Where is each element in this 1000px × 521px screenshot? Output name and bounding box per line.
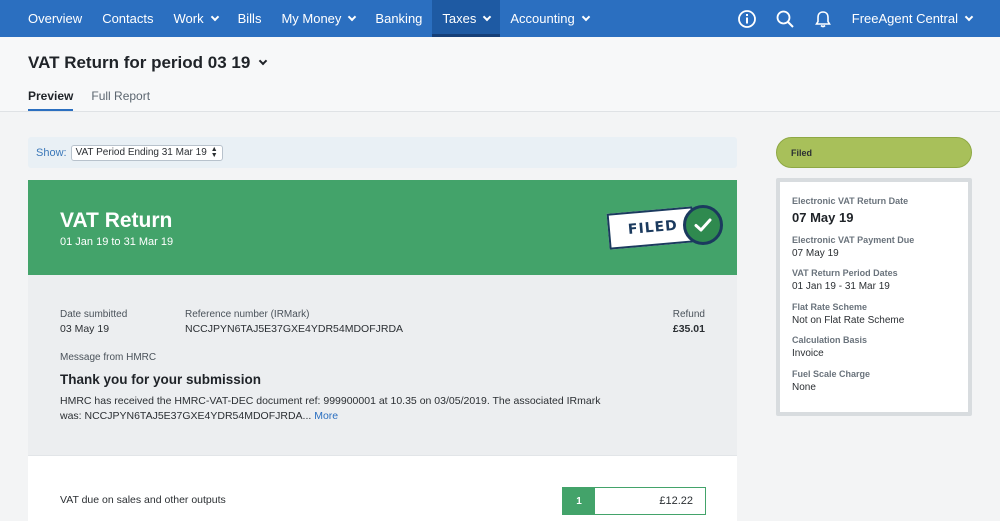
account-menu[interactable]: FreeAgent Central bbox=[842, 11, 1000, 26]
period-select[interactable]: VAT Period Ending 31 Mar 19 ▲ ▼ bbox=[70, 144, 223, 161]
nav-label: My Money bbox=[281, 11, 342, 26]
status-badge: Filed bbox=[776, 137, 972, 168]
field-value: None bbox=[792, 382, 816, 393]
filed-stamp: FILED bbox=[606, 206, 696, 250]
field-label: Fuel Scale Charge bbox=[792, 369, 871, 379]
nav-label: Banking bbox=[375, 11, 423, 26]
box-label: VAT due on sales and other outputs bbox=[60, 494, 226, 506]
nav-label: Contacts bbox=[102, 11, 154, 26]
box-value: £12.22 bbox=[659, 495, 693, 507]
field-value: 07 May 19 bbox=[792, 210, 854, 225]
nav-label: Accounting bbox=[510, 11, 575, 26]
reference-value: NCCJPYN6TAJ5E37GXE4YDR54MDOFJRDA bbox=[185, 323, 404, 335]
vat-summary-card: Electronic VAT Return Date 07 May 19 Ele… bbox=[776, 178, 972, 416]
chevron-down-icon bbox=[348, 12, 357, 21]
message-body: HMRC has received the HMRC-VAT-DEC docum… bbox=[60, 394, 620, 424]
tab-bar: Preview Full Report bbox=[28, 89, 168, 111]
account-name: FreeAgent Central bbox=[851, 11, 958, 26]
chevron-down-icon bbox=[483, 12, 492, 21]
period-select-value: VAT Period Ending 31 Mar 19 bbox=[75, 147, 207, 158]
nav-item-work[interactable]: Work bbox=[164, 0, 228, 37]
nav-item-banking[interactable]: Banking bbox=[365, 0, 432, 37]
chevron-down-icon bbox=[964, 12, 974, 21]
field-label: Flat Rate Scheme bbox=[792, 302, 868, 312]
vat-return-banner: VAT Return 01 Jan 19 to 31 Mar 19 FILED bbox=[28, 180, 737, 275]
page-title[interactable]: VAT Return for period 03 19 bbox=[28, 53, 268, 73]
submission-details: Date sumbitted 03 May 19 Reference numbe… bbox=[28, 275, 737, 455]
nav-label: Work bbox=[173, 11, 204, 26]
field-value: Not on Flat Rate Scheme bbox=[792, 315, 905, 326]
top-navigation: Overview Contacts Work Bills My Money Ba… bbox=[0, 0, 1000, 37]
period-filter-bar: Show: VAT Period Ending 31 Mar 19 ▲ ▼ bbox=[28, 137, 737, 168]
vat-box-row: VAT due on sales and other outputs 1 £12… bbox=[28, 455, 737, 521]
field-label: Electronic VAT Return Date bbox=[792, 196, 909, 206]
search-icon[interactable] bbox=[766, 0, 804, 37]
field-label: Electronic VAT Payment Due bbox=[792, 235, 915, 245]
page-title-text: VAT Return for period 03 19 bbox=[28, 53, 251, 72]
field-label: Calculation Basis bbox=[792, 335, 868, 345]
date-submitted-label: Date sumbitted bbox=[60, 309, 128, 320]
message-label: Message from HMRC bbox=[60, 352, 157, 363]
date-submitted-value: 03 May 19 bbox=[60, 323, 110, 335]
info-icon[interactable] bbox=[728, 0, 766, 37]
message-title: Thank you for your submission bbox=[60, 372, 262, 387]
check-icon bbox=[683, 205, 723, 245]
show-label: Show: bbox=[36, 146, 67, 159]
nav-item-my-money[interactable]: My Money bbox=[271, 0, 365, 37]
chevron-down-icon bbox=[259, 56, 268, 66]
nav-item-bills[interactable]: Bills bbox=[228, 0, 272, 37]
tab-preview[interactable]: Preview bbox=[28, 89, 74, 111]
nav-label: Overview bbox=[28, 11, 83, 26]
box-number: 1 bbox=[563, 488, 595, 514]
nav-right-group: FreeAgent Central bbox=[728, 0, 1000, 37]
field-value: 01 Jan 19 - 31 Mar 19 bbox=[792, 281, 890, 292]
banner-period: 01 Jan 19 to 31 Mar 19 bbox=[60, 236, 174, 248]
reference-label: Reference number (IRMark) bbox=[185, 309, 310, 320]
page-header: VAT Return for period 03 19 Preview Full… bbox=[0, 37, 1000, 112]
field-value: Invoice bbox=[792, 348, 824, 359]
bell-icon[interactable] bbox=[804, 0, 842, 37]
select-arrows-icon: ▲ ▼ bbox=[210, 145, 218, 159]
box-value-field: 1 £12.22 bbox=[562, 487, 706, 515]
nav-item-taxes[interactable]: Taxes bbox=[432, 0, 501, 37]
nav-label: Taxes bbox=[442, 11, 477, 26]
chevron-down-icon bbox=[581, 12, 590, 21]
nav-label: Bills bbox=[237, 11, 262, 26]
refund-label: Refund bbox=[672, 309, 705, 320]
refund-value: £35.01 bbox=[672, 323, 705, 335]
chevron-down-icon bbox=[210, 12, 219, 21]
nav-item-contacts[interactable]: Contacts bbox=[92, 0, 163, 37]
tab-full-report[interactable]: Full Report bbox=[91, 89, 150, 111]
nav-item-overview[interactable]: Overview bbox=[0, 0, 92, 37]
banner-title: VAT Return bbox=[60, 209, 173, 232]
nav-item-accounting[interactable]: Accounting bbox=[500, 0, 598, 37]
field-label: VAT Return Period Dates bbox=[792, 268, 898, 278]
more-link[interactable]: More bbox=[314, 410, 338, 422]
field-value: 07 May 19 bbox=[792, 248, 839, 259]
